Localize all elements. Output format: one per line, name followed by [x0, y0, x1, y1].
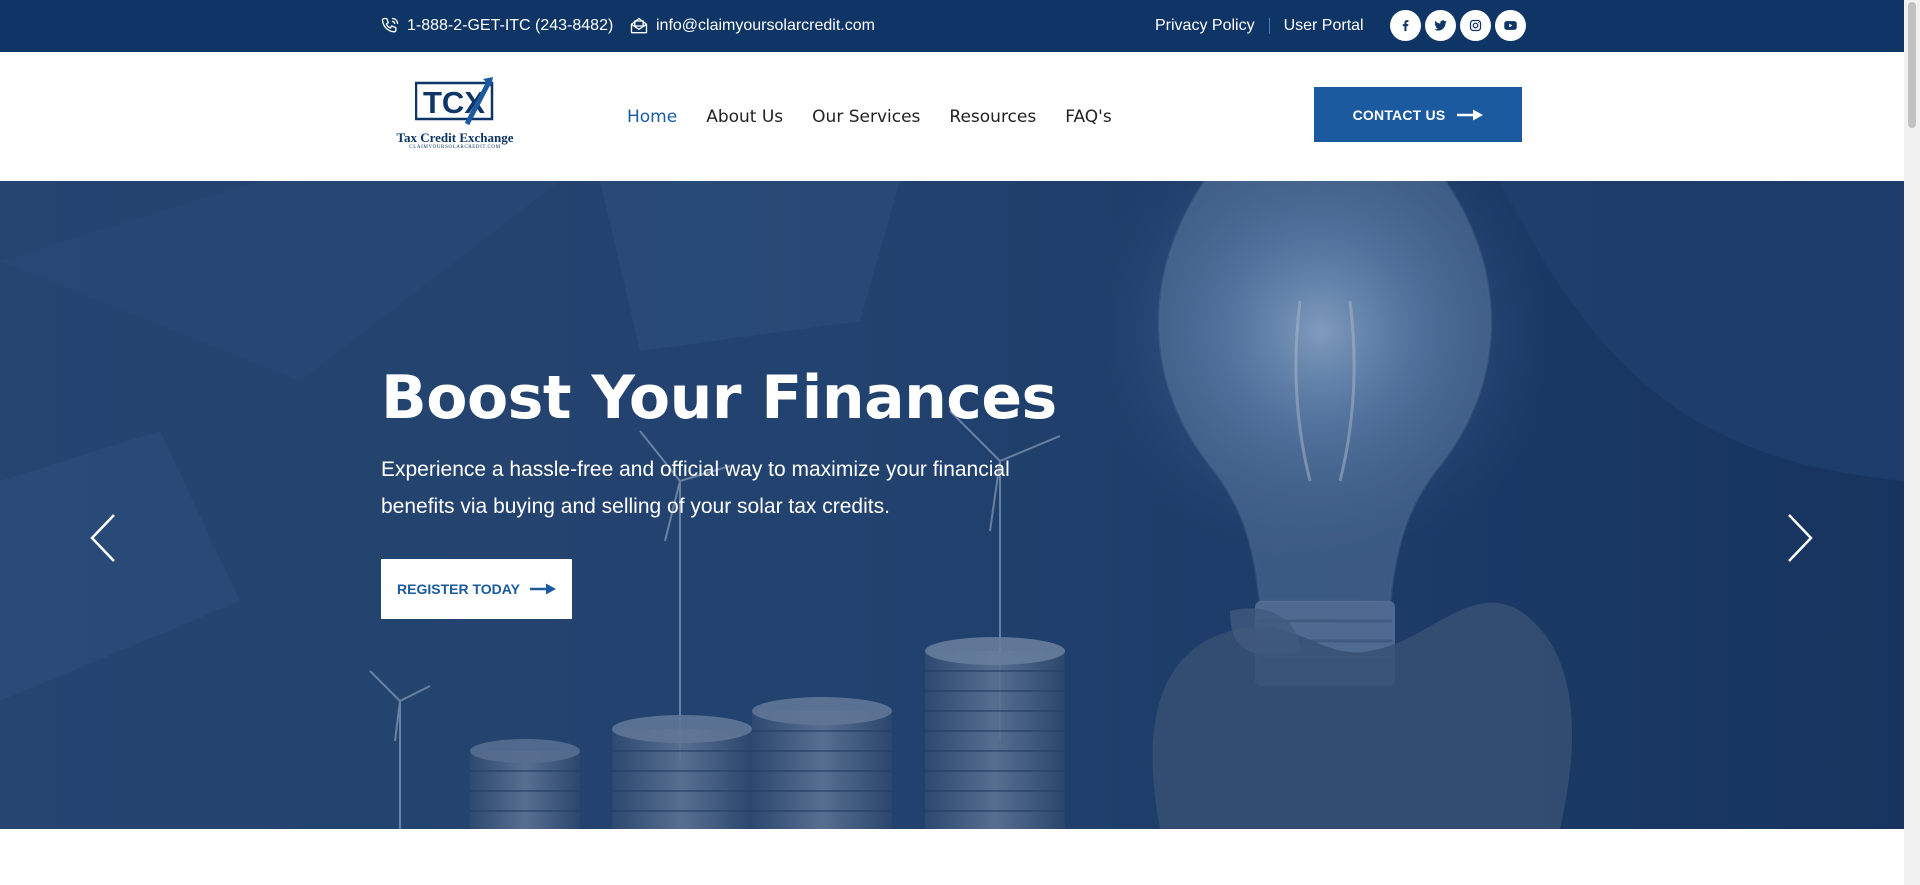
facebook-icon[interactable] — [1390, 10, 1421, 41]
logo[interactable]: TCX Tax Credit Exchange CLAIMYOURSOLARCR… — [392, 76, 518, 154]
nav-item-home[interactable]: Home — [627, 107, 677, 127]
top-links: Privacy Policy User Portal — [1155, 0, 1364, 52]
nav-item-faqs[interactable]: FAQ's — [1065, 107, 1111, 127]
nav-item-our-services[interactable]: Our Services — [812, 107, 920, 127]
main-header: TCX Tax Credit Exchange CLAIMYOURSOLARCR… — [0, 52, 1904, 181]
top-bar: 1-888-2-GET-ITC (243-8482) info@claimyou… — [0, 0, 1904, 52]
phone-number[interactable]: 1-888-2-GET-ITC (243-8482) — [407, 17, 613, 35]
arrow-right-icon — [1457, 109, 1484, 120]
email-address[interactable]: info@claimyoursolarcredit.com — [656, 17, 875, 35]
chevron-left-icon[interactable] — [88, 513, 118, 563]
arrow-right-icon — [529, 583, 556, 595]
user-portal-link[interactable]: User Portal — [1284, 17, 1364, 35]
page-scrollbar[interactable] — [1904, 0, 1920, 885]
next-section — [0, 829, 1904, 885]
instagram-icon[interactable] — [1460, 10, 1491, 41]
hero-slider: Boost Your Finances Experience a hassle-… — [0, 181, 1904, 829]
social-links — [1390, 10, 1526, 41]
logo-name: Tax Credit Exchange — [396, 130, 514, 145]
nav-item-about-us[interactable]: About Us — [706, 107, 783, 127]
scrollbar-thumb[interactable] — [1908, 2, 1916, 128]
logo-url: CLAIMYOURSOLARCREDIT.COM — [409, 145, 501, 150]
contact-us-button[interactable]: CONTACT US — [1314, 87, 1522, 142]
chevron-right-icon[interactable] — [1785, 513, 1815, 563]
privacy-policy-link[interactable]: Privacy Policy — [1155, 17, 1255, 35]
register-today-button[interactable]: REGISTER TODAY — [381, 559, 572, 619]
tcx-logo-mark: TCX — [415, 77, 494, 126]
divider — [1268, 18, 1270, 34]
email-icon — [630, 17, 648, 34]
nav-item-resources[interactable]: Resources — [949, 107, 1036, 127]
email-contact[interactable]: info@claimyoursolarcredit.com — [629, 0, 875, 52]
main-nav: Home About Us Our Services Resources FAQ… — [627, 52, 1112, 181]
register-today-label: REGISTER TODAY — [397, 581, 520, 597]
hero-subtitle: Experience a hassle-free and official wa… — [381, 458, 1010, 518]
contact-us-label: CONTACT US — [1352, 106, 1446, 123]
youtube-icon[interactable] — [1495, 10, 1526, 41]
twitter-icon[interactable] — [1425, 10, 1456, 41]
phone-contact[interactable]: 1-888-2-GET-ITC (243-8482) — [380, 0, 613, 52]
phone-icon — [381, 17, 399, 33]
hero-title: Boost Your Finances — [381, 363, 1057, 433]
